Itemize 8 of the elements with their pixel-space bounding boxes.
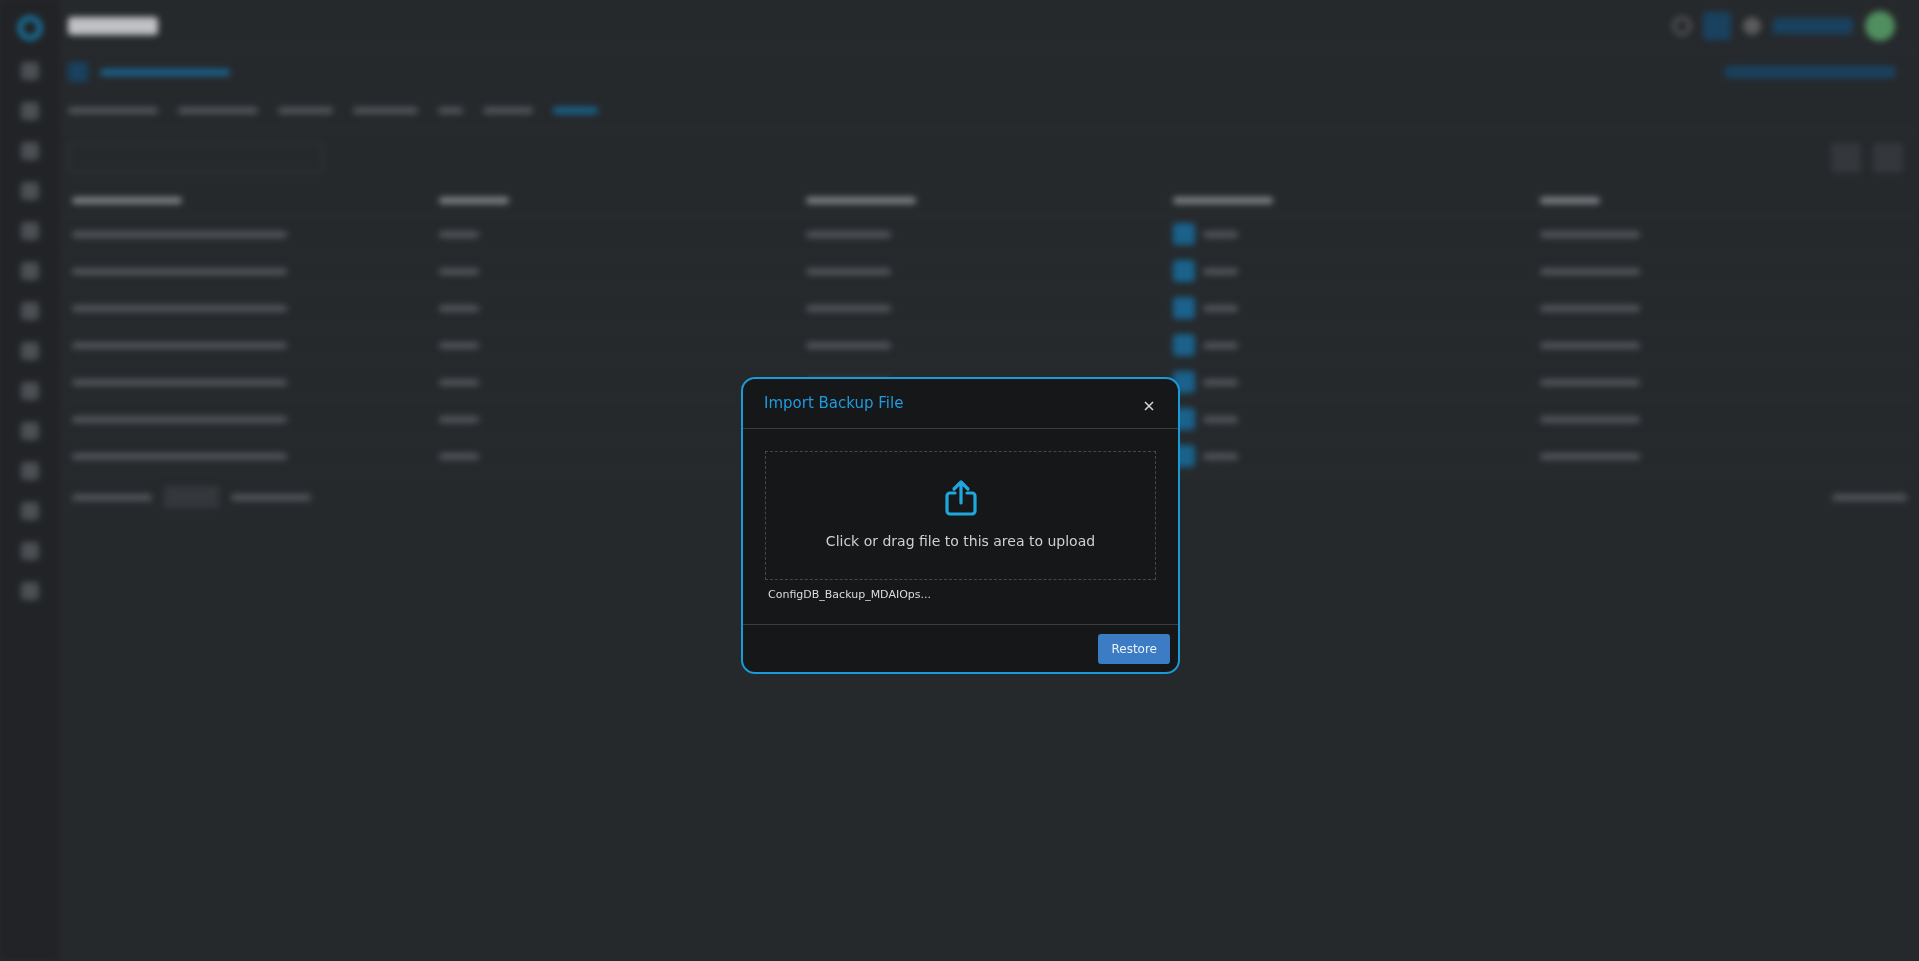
upload-icon (943, 479, 978, 517)
dialog-title: Import Backup File (764, 393, 904, 415)
upload-dropzone[interactable]: Click or drag file to this area to upload (765, 451, 1156, 580)
close-icon (1144, 400, 1154, 411)
file-name: ConfigDB_Backup_MDAIOps... (768, 587, 932, 603)
restore-button[interactable]: Restore (1098, 633, 1170, 664)
close-button[interactable] (1142, 398, 1156, 413)
upload-hint: Click or drag file to this area to upload (825, 532, 1096, 551)
